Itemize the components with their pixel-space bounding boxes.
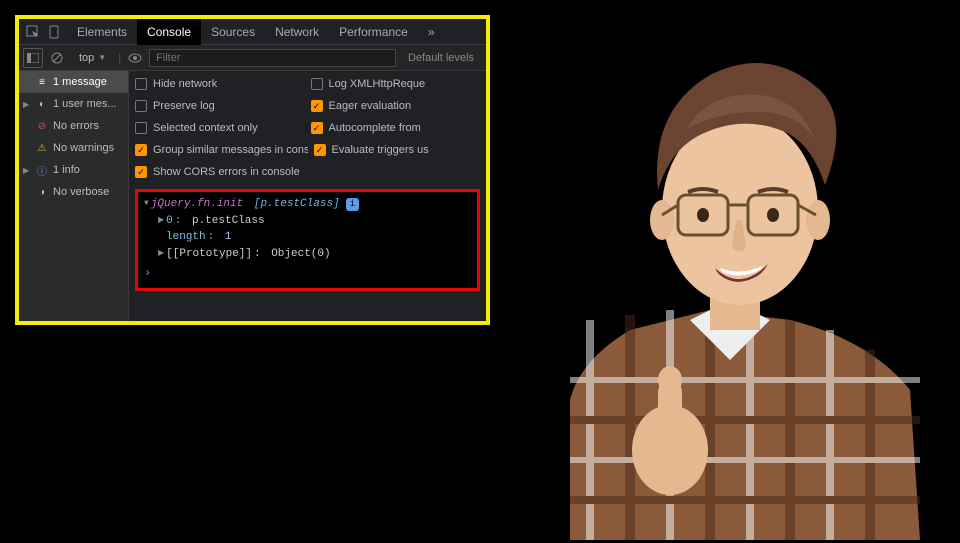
checkbox[interactable]: ✓: [314, 144, 326, 156]
log-levels-selector[interactable]: Default levels: [400, 52, 482, 64]
eye-icon[interactable]: [125, 48, 145, 68]
filter-input[interactable]: [149, 49, 396, 67]
expand-icon: ▶: [23, 100, 31, 109]
checkbox-label: Preserve log: [153, 100, 215, 112]
person-photo: [510, 20, 950, 540]
console-toolbar: top ▼ | Default levels: [19, 45, 486, 71]
checkbox[interactable]: [135, 122, 147, 134]
checkbox[interactable]: [311, 78, 323, 90]
settings-row: ✓ Group similar messages in console ✓ Evalu…: [129, 139, 486, 161]
sidebar-item[interactable]: ◑ No verbose: [19, 181, 128, 203]
output-val-0: p.testClass: [192, 213, 265, 230]
inspect-icon[interactable]: [23, 22, 43, 42]
checkbox-label: Hide network: [153, 78, 217, 90]
tab-sources[interactable]: Sources: [201, 19, 265, 45]
sidebar-label: 1 info: [53, 164, 80, 176]
expand-icon: ▶: [23, 166, 31, 175]
sidebar-item[interactable]: ⚠ No warnings: [19, 137, 128, 159]
sidebar-status-icon: ◐: [36, 98, 48, 110]
expand-icon[interactable]: ▶: [158, 248, 164, 260]
output-length-val: 1: [225, 229, 232, 246]
context-selector[interactable]: top ▼: [71, 52, 114, 64]
expand-icon[interactable]: ▼: [144, 198, 149, 210]
devtools-tabs: Elements Console Sources Network Perform…: [19, 19, 486, 45]
checkbox-label: Show CORS errors in console: [153, 166, 300, 178]
sidebar-item[interactable]: ▶ ⓘ 1 info: [19, 159, 128, 181]
context-label: top: [79, 52, 94, 64]
checkbox[interactable]: ✓: [135, 144, 147, 156]
output-key-0: 0: [166, 213, 173, 230]
sidebar-label: No errors: [53, 120, 99, 132]
settings-row: Selected context only ✓ Autocomplete from: [129, 117, 486, 139]
checkbox-label: Group similar messages in console: [153, 144, 308, 156]
sidebar-status-icon: ⓘ: [36, 164, 48, 176]
checkbox-label: Evaluate triggers us: [332, 144, 429, 156]
console-sidebar: ≡ 1 message ▶ ◐ 1 user mes... ⊘ No errors ⚠ No w…: [19, 71, 129, 321]
devtools-window: Elements Console Sources Network Perform…: [15, 15, 490, 325]
chevron-down-icon: ▼: [98, 53, 106, 62]
checkbox-label: Selected context only: [153, 122, 258, 134]
tab-elements[interactable]: Elements: [67, 19, 137, 45]
sidebar-item[interactable]: ▶ ◐ 1 user mes...: [19, 93, 128, 115]
console-output: ▼ jQuery.fn.init [p.testClass] i ▶ 0: p.…: [135, 189, 480, 291]
checkbox[interactable]: ✓: [135, 166, 147, 178]
output-proto-val: Object(0): [271, 246, 330, 263]
tab-more[interactable]: »: [418, 19, 445, 45]
sidebar-status-icon: ⚠: [36, 142, 48, 154]
checkbox[interactable]: [135, 100, 147, 112]
checkbox[interactable]: ✓: [311, 122, 323, 134]
tab-network[interactable]: Network: [265, 19, 329, 45]
output-proto-key: [[Prototype]]: [166, 246, 252, 263]
settings-row: Preserve log ✓ Eager evaluation: [129, 95, 486, 117]
sidebar-status-icon: ≡: [36, 76, 48, 88]
checkbox-label: Log XMLHttpReque: [329, 78, 426, 90]
settings-row: Hide network Log XMLHttpReque: [129, 73, 486, 95]
tab-console[interactable]: Console: [137, 19, 201, 45]
sidebar-item[interactable]: ⊘ No errors: [19, 115, 128, 137]
device-icon[interactable]: [45, 22, 65, 42]
console-prompt[interactable]: ›: [144, 262, 471, 284]
sidebar-status-icon: ◑: [36, 186, 48, 198]
checkbox[interactable]: ✓: [311, 100, 323, 112]
sidebar-label: 1 user mes...: [53, 98, 117, 110]
settings-row: ✓ Show CORS errors in console: [129, 161, 486, 183]
info-badge-icon[interactable]: i: [346, 198, 359, 212]
output-length-key: length: [166, 229, 206, 246]
sidebar-item[interactable]: ≡ 1 message: [19, 71, 128, 93]
checkbox-label: Eager evaluation: [329, 100, 412, 112]
tab-performance[interactable]: Performance: [329, 19, 418, 45]
output-type: jQuery.fn.init: [151, 196, 243, 213]
output-bracket: [p.testClass]: [254, 196, 340, 213]
sidebar-toggle-icon[interactable]: [23, 48, 43, 68]
sidebar-label: No verbose: [53, 186, 109, 198]
sidebar-status-icon: ⊘: [36, 120, 48, 132]
sidebar-label: No warnings: [53, 142, 114, 154]
console-content: Hide network Log XMLHttpReque Preserve log…: [129, 71, 486, 321]
checkbox-label: Autocomplete from: [329, 122, 421, 134]
checkbox[interactable]: [135, 78, 147, 90]
sidebar-label: 1 message: [53, 76, 107, 88]
clear-icon[interactable]: [47, 48, 67, 68]
expand-icon[interactable]: ▶: [158, 215, 164, 227]
